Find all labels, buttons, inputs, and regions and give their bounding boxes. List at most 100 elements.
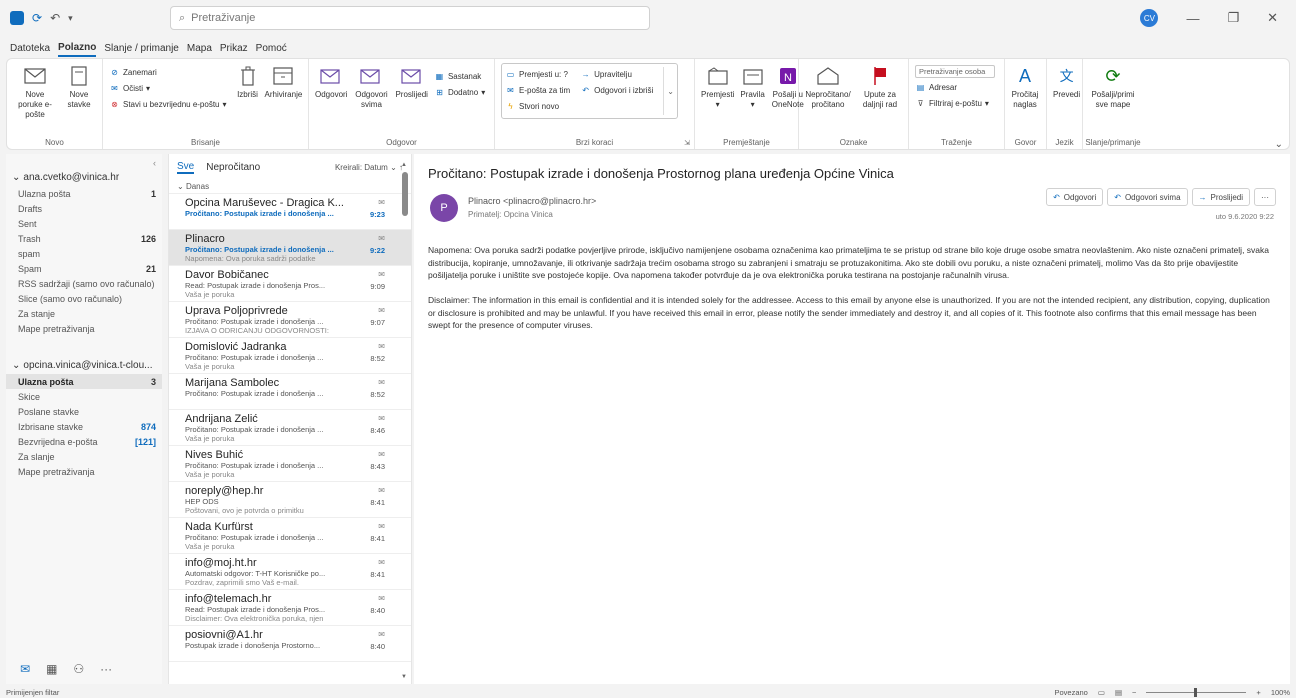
group-header-today[interactable]: ⌄ Danas <box>169 180 411 194</box>
people-icon[interactable]: ⚇ <box>73 662 84 676</box>
folder-item[interactable]: Poslane stavke <box>6 404 162 419</box>
tab-all[interactable]: Sve <box>177 161 195 174</box>
search-box[interactable]: ⌕ Pretraživanje <box>170 6 650 30</box>
new-email-button[interactable]: Nove poruke e-pošte <box>13 63 57 120</box>
sync-icon[interactable]: ⟳ <box>32 11 42 25</box>
tab-unread[interactable]: Nepročitano <box>206 162 260 173</box>
message-item[interactable]: Davor Bobičanec Read: Postupak izrade i d… <box>169 266 411 302</box>
sender-avatar[interactable]: P <box>430 194 458 222</box>
message-item[interactable]: Andrijana Zelić Pročitano: Postupak izrad… <box>169 410 411 446</box>
calendar-module-icon[interactable]: ▦ <box>46 662 57 676</box>
folder-item[interactable]: Ulazna pošta 1 <box>6 186 162 201</box>
collapse-pane-icon[interactable]: ‹ <box>153 158 156 168</box>
junk-button[interactable]: ⊗ Stavi u bezvrijednu e-poštu ▾ <box>109 97 226 111</box>
folder-item[interactable]: Mape pretraživanja <box>6 464 162 479</box>
reply-button[interactable]: Odgovori <box>315 63 347 100</box>
account-2[interactable]: ⌄ opcina.vinica@vinica.t-clou... <box>6 354 162 374</box>
quick-step-move-to[interactable]: ▭ Premjesti u: ? <box>505 67 570 81</box>
more-modules-icon[interactable]: ··· <box>100 662 112 676</box>
message-item[interactable]: Uprava Poljoprivrede Pročitano: Postupak … <box>169 302 411 338</box>
zoom-level[interactable]: 100% <box>1271 688 1290 697</box>
address-book-button[interactable]: ▤ Adresar <box>915 80 995 94</box>
folder-item[interactable]: spam <box>6 246 162 261</box>
reply-all-button[interactable]: Odgovori svima <box>353 63 389 110</box>
reply-all-message-button[interactable]: ↶ Odgovori svima <box>1107 188 1188 206</box>
folder-item[interactable]: Skice <box>6 389 162 404</box>
ignore-button[interactable]: ⊘ Zanemari <box>109 65 227 79</box>
more-reply-button[interactable]: ⊞ Dodatno ▾ <box>434 85 485 99</box>
dialog-launcher-icon[interactable]: ⇲ <box>684 139 690 147</box>
zoom-slider[interactable] <box>1146 687 1247 697</box>
message-item[interactable]: info@moj.ht.hr Automatski odgovor: T-HT K… <box>169 554 411 590</box>
send-receive-all-button[interactable]: ⟳ Pošalji/primi sve mape <box>1089 63 1137 110</box>
rules-button[interactable]: Pravila ▾ <box>740 63 765 110</box>
restore-icon[interactable]: ❐ <box>1227 10 1239 26</box>
folder-item[interactable]: Drafts <box>6 201 162 216</box>
account-1[interactable]: ⌄ ana.cvetko@vinica.hr <box>6 166 162 186</box>
move-button[interactable]: Premjesti ▾ <box>701 63 734 110</box>
tab-pomoc[interactable]: Pomoć <box>256 43 287 56</box>
undo-icon[interactable]: ↶ <box>50 11 60 25</box>
sort-by[interactable]: Kreirali: Datum ⌄ ↑ <box>335 163 403 172</box>
message-item[interactable]: info@telemach.hr Read: Postupak izrade i … <box>169 590 411 626</box>
more-actions-button[interactable]: ··· <box>1254 188 1276 206</box>
message-item[interactable]: Domislović Jadranka Pročitano: Postupak i… <box>169 338 411 374</box>
folder-item[interactable]: Slice (samo ovo računalo) <box>6 291 162 306</box>
meeting-button[interactable]: ▦ Sastanak <box>434 69 485 83</box>
message-item[interactable]: posiovni@A1.hr Postupak izrade i donošenj… <box>169 626 411 662</box>
message-item[interactable]: Nada Kurfürst Pročitano: Postupak izrade … <box>169 518 411 554</box>
zoom-in-icon[interactable]: + <box>1256 688 1260 697</box>
folder-item[interactable]: Spam 21 <box>6 261 162 276</box>
message-item[interactable]: Plinacro Pročitano: Postupak izrade i don… <box>169 230 411 266</box>
filter-email-button[interactable]: ⊽ Filtriraj e-poštu ▾ <box>915 96 995 110</box>
quick-step-manager[interactable]: → Upravitelju <box>580 67 653 81</box>
folder-item[interactable]: RSS sadržaji (samo ovo računalo) <box>6 276 162 291</box>
folder-item[interactable]: Za slanje <box>6 449 162 464</box>
scroll-down-icon[interactable]: ▼ <box>401 674 407 680</box>
tab-datoteka[interactable]: Datoteka <box>10 43 50 56</box>
customize-chevron-icon[interactable]: ▾ <box>68 13 73 24</box>
minimize-icon[interactable]: — <box>1186 11 1199 26</box>
folder-item[interactable]: Sent <box>6 216 162 231</box>
scroll-up-icon[interactable]: ▲ <box>401 162 407 168</box>
mail-icon[interactable]: ✉ <box>20 662 30 676</box>
list-scrollbar[interactable]: ▲ ▼ <box>401 162 409 680</box>
translate-button[interactable]: 文 Prevedi <box>1053 63 1080 100</box>
quick-steps-scroll[interactable]: ⌄ <box>663 67 674 115</box>
tab-polazno[interactable]: Polazno <box>58 42 97 57</box>
scroll-thumb[interactable] <box>402 172 408 216</box>
folder-item[interactable]: Izbrisane stavke 874 <box>6 419 162 434</box>
forward-message-button[interactable]: → Proslijedi <box>1191 188 1250 206</box>
folder-item[interactable]: Trash 126 <box>6 231 162 246</box>
unread-read-button[interactable]: Nepročitano/ pročitano <box>805 63 851 110</box>
reply-message-button[interactable]: ↶ Odgovori <box>1046 188 1104 206</box>
message-item[interactable]: Opcina Marušev​ec - Dragica K... Pročitan… <box>169 194 411 230</box>
folder-item[interactable]: Mape pretraživanja <box>6 321 162 336</box>
message-item[interactable]: Marijana Sambolec Pročitano: Postupak izr… <box>169 374 411 410</box>
new-items-button[interactable]: Nove stavke <box>63 63 95 110</box>
folder-item[interactable]: Bezvrijedna e-pošta [121] <box>6 434 162 449</box>
tab-mapa[interactable]: Mapa <box>187 43 212 56</box>
tab-prikaz[interactable]: Prikaz <box>220 43 248 56</box>
folder-item[interactable]: Za stanje <box>6 306 162 321</box>
quick-step-reply-delete[interactable]: ↶ Odgovori i izbriši <box>580 83 653 97</box>
message-item[interactable]: noreply@hep.hr HEP ODS Poštovani, ovo je p… <box>169 482 411 518</box>
zoom-out-icon[interactable]: − <box>1132 688 1136 697</box>
quick-step-create-new[interactable]: ϟ Stvori novo <box>505 99 570 113</box>
forward-button[interactable]: Proslijedi <box>395 63 428 100</box>
folder-item[interactable]: Ulazna pošta 3 <box>6 374 162 389</box>
archive-button[interactable]: Arhiviranje <box>265 63 302 100</box>
clean-up-button[interactable]: ✉ Očisti ▾ <box>109 81 227 95</box>
zoom-knob[interactable] <box>1194 687 1198 697</box>
search-people-input[interactable]: Pretraživanje osoba <box>915 65 995 78</box>
tab-slanje-primanje[interactable]: Slanje / primanje <box>104 43 178 56</box>
message-item[interactable]: Nives Buhić Pročitano: Postupak izrade i … <box>169 446 411 482</box>
reading-view-icon[interactable]: ▤ <box>1115 688 1122 697</box>
delete-button[interactable]: Izbriši <box>237 63 259 100</box>
ribbon-collapse-icon[interactable]: ⌄ <box>1275 139 1283 150</box>
read-aloud-button[interactable]: A Pročitaj naglas <box>1011 63 1039 110</box>
quick-step-team-email[interactable]: ✉ E-pošta za tim <box>505 83 570 97</box>
normal-view-icon[interactable]: ▭ <box>1098 688 1105 697</box>
close-icon[interactable]: ✕ <box>1267 10 1278 26</box>
followup-button[interactable]: Upute za daljnji rad <box>857 63 903 110</box>
